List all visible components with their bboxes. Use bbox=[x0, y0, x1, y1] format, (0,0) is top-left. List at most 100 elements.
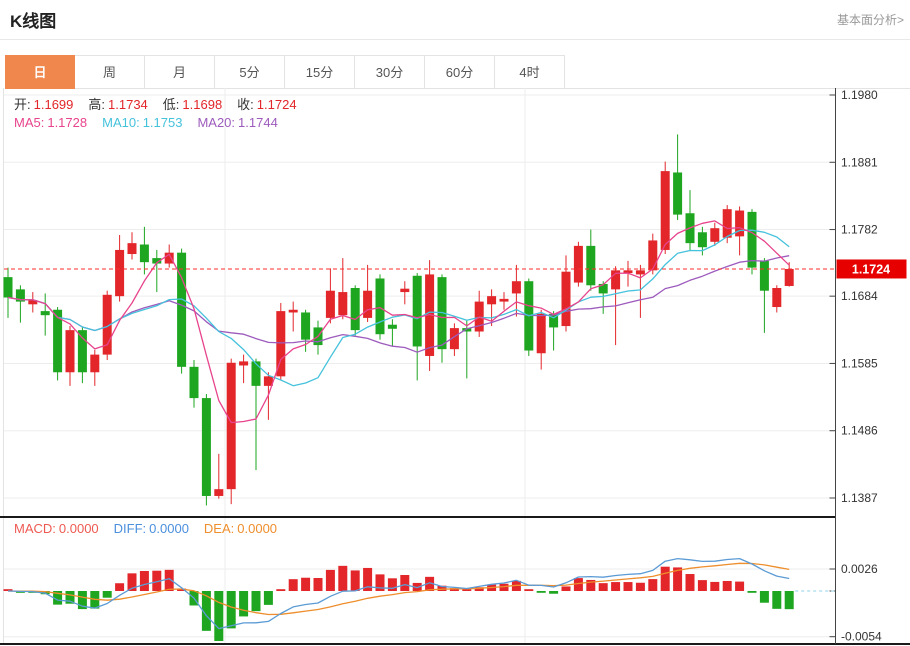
fundamental-analysis-link[interactable]: 基本面分析> bbox=[837, 11, 904, 28]
candle-body bbox=[202, 398, 211, 496]
macd-hist-bar bbox=[276, 589, 285, 591]
candle-body bbox=[648, 240, 657, 270]
macd-hist-bar bbox=[301, 578, 310, 591]
macd-hist-bar bbox=[648, 579, 657, 591]
macd-hist-bar bbox=[710, 582, 719, 591]
candle-body bbox=[710, 228, 719, 242]
tab-day[interactable]: 日 bbox=[5, 55, 75, 89]
candle-body bbox=[698, 232, 707, 247]
macd-hist-bar bbox=[636, 583, 645, 591]
macd-hist-bar bbox=[611, 582, 620, 591]
macd-hist-bar bbox=[239, 591, 248, 616]
macd-hist-bar bbox=[723, 581, 732, 591]
macd-hist-bar bbox=[624, 582, 633, 591]
ma-legend: MA5:1.1728 MA10:1.1753 MA20:1.1744 bbox=[14, 115, 293, 130]
candle-body bbox=[376, 278, 385, 334]
tab-week[interactable]: 周 bbox=[75, 55, 145, 89]
macd-hist-bar bbox=[388, 578, 397, 591]
tab-4hour[interactable]: 4时 bbox=[495, 55, 565, 89]
macd-hist-bar bbox=[115, 583, 124, 591]
legend-item: MA20:1.1744 bbox=[197, 115, 277, 130]
candle-body bbox=[388, 325, 397, 329]
legend-item: 低:1.1698 bbox=[163, 97, 222, 112]
candle-body bbox=[276, 311, 285, 376]
candle-body bbox=[41, 311, 50, 315]
candle-body bbox=[661, 171, 670, 250]
candle-body bbox=[785, 269, 794, 286]
macd-hist-bar bbox=[140, 571, 149, 591]
macd-hist-bar bbox=[289, 579, 298, 591]
macd-hist-bar bbox=[524, 589, 533, 591]
page-title: K线图 bbox=[10, 7, 56, 32]
tab-30min[interactable]: 30分 bbox=[355, 55, 425, 89]
tab-60min[interactable]: 60分 bbox=[425, 55, 495, 89]
candle-body bbox=[115, 250, 124, 296]
candle-body bbox=[214, 489, 223, 496]
candle-body bbox=[363, 291, 372, 318]
candle-body bbox=[748, 212, 757, 268]
legend-item: DIFF:0.0000 bbox=[114, 521, 189, 536]
candle-body bbox=[723, 209, 732, 238]
tab-5min[interactable]: 5分 bbox=[215, 55, 285, 89]
candle-body bbox=[400, 289, 409, 292]
macd-hist-bar bbox=[772, 591, 781, 609]
macd-hist-bar bbox=[227, 591, 236, 628]
legend-item: MA5:1.1728 bbox=[14, 115, 87, 130]
macd-hist-bar bbox=[214, 591, 223, 641]
macd-legend: MACD:0.0000 DIFF:0.0000 DEA:0.0000 bbox=[14, 521, 292, 536]
macd-hist-bar bbox=[264, 591, 273, 605]
candle-body bbox=[338, 292, 347, 315]
candle-body bbox=[351, 288, 360, 330]
candle-body bbox=[4, 277, 13, 297]
macd-hist-bar bbox=[735, 582, 744, 591]
tab-15min[interactable]: 15分 bbox=[285, 55, 355, 89]
axis-label: 1.1980 bbox=[841, 88, 878, 102]
macd-hist-bar bbox=[400, 575, 409, 591]
candle-body bbox=[78, 330, 87, 372]
candle-body bbox=[227, 363, 236, 489]
macd-hist-bar bbox=[351, 570, 360, 591]
candle-body bbox=[239, 361, 248, 365]
candle-body bbox=[562, 272, 571, 326]
candle-body bbox=[301, 312, 310, 339]
ma5-line bbox=[8, 221, 789, 423]
axis-label: -0.0054 bbox=[841, 630, 882, 644]
tab-month[interactable]: 月 bbox=[145, 55, 215, 89]
macd-hist-bar bbox=[562, 586, 571, 591]
legend-item: DEA:0.0000 bbox=[204, 521, 277, 536]
candle-body bbox=[586, 246, 595, 285]
macd-hist-bar bbox=[314, 578, 323, 591]
candle-body bbox=[574, 246, 583, 283]
candle-body bbox=[190, 367, 199, 398]
macd-hist-bar bbox=[599, 583, 608, 591]
legend-item: 开:1.1699 bbox=[14, 97, 73, 112]
macd-hist-bar bbox=[549, 591, 558, 594]
macd-hist-bar bbox=[462, 589, 471, 591]
legend-item: MACD:0.0000 bbox=[14, 521, 99, 536]
legend-item: 高:1.1734 bbox=[88, 97, 147, 112]
macd-hist-bar bbox=[661, 567, 670, 591]
dea-line bbox=[8, 563, 789, 614]
axis-label: 1.1387 bbox=[841, 491, 878, 505]
macd-hist-bar bbox=[103, 591, 112, 598]
candle-body bbox=[413, 276, 422, 347]
axis-label: 1.1585 bbox=[841, 356, 878, 370]
candle-body bbox=[326, 291, 335, 318]
candle-body bbox=[90, 355, 99, 373]
macd-hist-bar bbox=[252, 591, 261, 611]
candle-body bbox=[487, 296, 496, 304]
legend-item: 收:1.1724 bbox=[237, 97, 296, 112]
axis-label: 1.1881 bbox=[841, 155, 878, 169]
legend-item: MA10:1.1753 bbox=[102, 115, 182, 130]
axis-label: 1.1724 bbox=[852, 262, 890, 276]
candle-body bbox=[66, 330, 75, 372]
candle-body bbox=[772, 288, 781, 307]
axis-label: 1.1486 bbox=[841, 424, 878, 438]
macd-hist-bar bbox=[748, 591, 757, 593]
candle-body bbox=[252, 361, 261, 385]
candle-body bbox=[140, 245, 149, 263]
kline-chart[interactable]: 1.19801.18811.17821.16841.15851.14861.13… bbox=[0, 88, 910, 646]
macd-hist-bar bbox=[326, 570, 335, 591]
tabbar-filler bbox=[565, 55, 910, 89]
interval-tabbar: 日周月5分15分30分60分4时 bbox=[5, 55, 910, 89]
